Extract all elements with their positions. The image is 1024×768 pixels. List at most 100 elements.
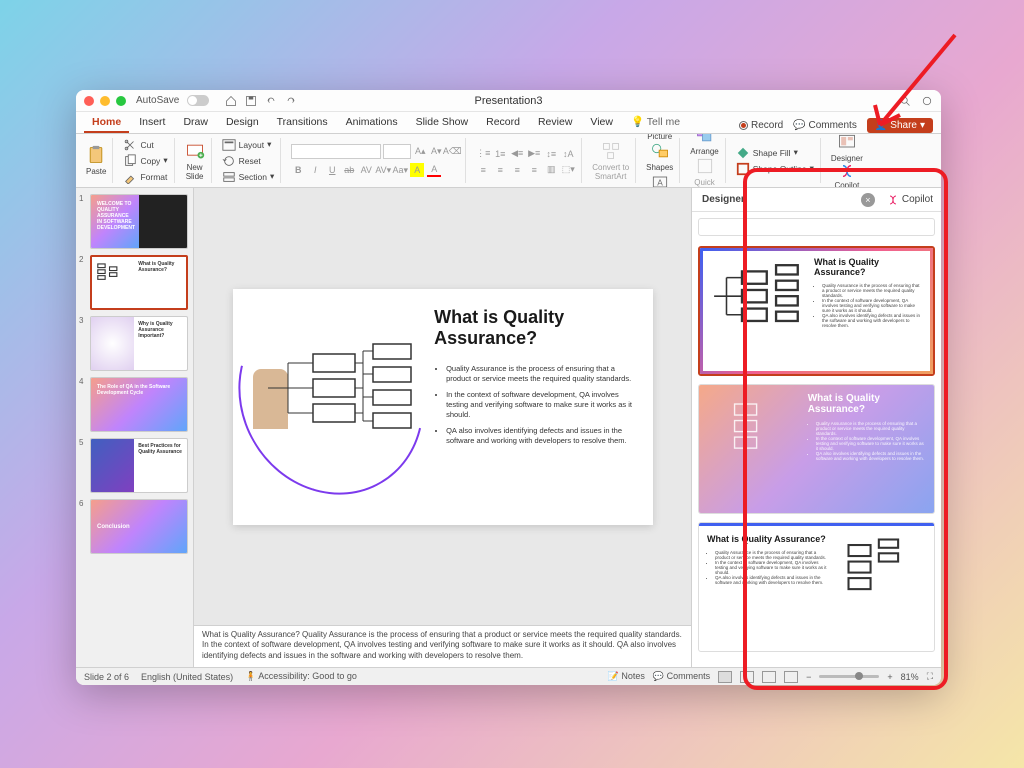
bullets-button[interactable]: ⋮≡ [476,147,490,161]
language-indicator[interactable]: English (United States) [141,672,233,682]
highlight-button[interactable]: A [410,163,424,177]
copilot-header-icon[interactable] [921,95,933,107]
thumb-6[interactable]: 6Conclusion [80,499,189,554]
tab-view[interactable]: View [582,113,621,133]
clear-format-icon[interactable]: A⌫ [445,144,459,158]
copy-button[interactable]: Copy ▾ [123,154,167,168]
copilot-panel-tab[interactable]: Copilot [879,190,941,210]
numbering-button[interactable]: 1≡ [493,147,507,161]
zoom-level[interactable]: 81% [901,672,919,682]
tab-insert[interactable]: Insert [131,113,173,133]
slideshow-view-button[interactable] [784,671,798,683]
slide-bullets[interactable]: Quality Assurance is the process of ensu… [434,364,632,447]
spacing-button[interactable]: AV▾ [376,163,390,177]
thumb-1[interactable]: 1WELCOME TO QUALITY ASSURANCE IN SOFTWAR… [80,194,189,249]
redo-icon[interactable] [285,95,297,107]
normal-view-button[interactable] [718,671,732,683]
copilot-button[interactable]: Copilot [834,163,859,189]
columns-button[interactable]: ▥ [544,163,558,177]
indent-left-button[interactable]: ◀≡ [510,147,524,161]
slide-thumbnails[interactable]: 1WELCOME TO QUALITY ASSURANCE IN SOFTWAR… [76,188,194,667]
tab-review[interactable]: Review [530,113,580,133]
zoom-in-button[interactable]: + [887,672,892,682]
thumb-3[interactable]: 3Why is Quality Assurance Important? [80,316,189,371]
new-slide-button[interactable]: New Slide [185,141,205,181]
tab-draw[interactable]: Draw [175,113,216,133]
record-toggle[interactable]: Record [739,120,783,131]
strike-button[interactable]: ab [342,163,356,177]
close-window-button[interactable] [84,96,94,106]
design-suggestion-3[interactable]: What is Quality Assurance?Quality Assura… [698,522,935,652]
tell-me[interactable]: 💡 Tell me [623,112,688,133]
sorter-view-button[interactable] [740,671,754,683]
minimize-window-button[interactable] [100,96,110,106]
maximize-window-button[interactable] [116,96,126,106]
line-spacing-button[interactable]: ↕≡ [544,147,558,161]
zoom-slider[interactable] [819,675,879,678]
fontcolor-button[interactable]: A [427,163,441,177]
speaker-notes[interactable]: What is Quality Assurance? Quality Assur… [194,625,691,667]
shape-outline-button[interactable]: Shape Outline ▾ [736,162,814,176]
bold-button[interactable]: B [291,163,305,177]
search-icon[interactable] [899,95,911,107]
tab-animations[interactable]: Animations [338,113,406,133]
shapes-button[interactable]: Shapes [646,141,673,172]
slide-canvas[interactable]: What is Quality Assurance? Quality Assur… [194,188,691,625]
design-suggestion-1[interactable]: What is Quality Assurance?Quality Assura… [698,246,935,376]
comments-toggle[interactable]: 💬 Comments [793,120,857,131]
reset-button[interactable]: Reset [222,154,275,168]
slide-title[interactable]: What is Quality Assurance? [434,307,632,350]
accessibility-checker[interactable]: 🧍 Accessibility: Good to go [245,671,357,682]
align-left-button[interactable]: ≡ [476,163,490,177]
design-suggestion-2[interactable]: What is Quality Assurance?Quality Assura… [698,384,935,514]
justify-button[interactable]: ≡ [527,163,541,177]
zoom-out-button[interactable]: − [806,672,811,682]
tab-record[interactable]: Record [478,113,528,133]
undo-icon[interactable] [265,95,277,107]
convert-smartart-button[interactable]: Convert to SmartArt [592,141,629,181]
comments-status[interactable]: 💬 Comments [653,671,710,682]
align-center-button[interactable]: ≡ [493,163,507,177]
italic-button[interactable]: I [308,163,322,177]
designer-button[interactable]: Designer [831,134,863,163]
shadow-button[interactable]: AV [359,163,373,177]
save-icon[interactable] [245,95,257,107]
tab-transitions[interactable]: Transitions [269,113,336,133]
font-size-select[interactable] [383,144,411,159]
share-button[interactable]: 👤 Share ▾ [867,118,933,133]
design-suggestions[interactable]: What is Quality Assurance?Quality Assura… [692,242,941,667]
thumb-4[interactable]: 4The Role of QA in the Software Developm… [80,377,189,432]
text-direction-button[interactable]: ↕A [561,147,575,161]
close-designer-icon[interactable]: × [861,193,875,207]
shape-fill-button[interactable]: Shape Fill ▾ [736,146,814,160]
increase-font-icon[interactable]: A▴ [413,144,427,158]
font-family-select[interactable] [291,144,381,159]
home-icon[interactable] [225,95,237,107]
indent-right-button[interactable]: ▶≡ [527,147,541,161]
underline-button[interactable]: U [325,163,339,177]
tab-design[interactable]: Design [218,113,267,133]
current-slide[interactable]: What is Quality Assurance? Quality Assur… [233,289,653,525]
autosave-toggle[interactable] [187,95,209,106]
case-button[interactable]: Aa▾ [393,163,407,177]
layout-button[interactable]: Layout ▾ [222,138,275,152]
cut-button[interactable]: Cut [123,138,167,152]
textbox-button[interactable]: AText Box [650,172,670,189]
reading-view-button[interactable] [762,671,776,683]
arrange-button[interactable]: Arrange [690,134,718,156]
thumb-2[interactable]: 2What is Quality Assurance? [80,255,189,310]
designer-search-input[interactable] [698,218,935,236]
designer-tab[interactable]: Designer [692,190,755,209]
quick-styles-button[interactable]: Quick Styles [694,156,716,188]
slide-counter[interactable]: Slide 2 of 6 [84,672,129,682]
section-button[interactable]: Section ▾ [222,170,275,184]
format-painter-button[interactable]: Format [123,170,167,184]
notes-toggle[interactable]: 📝 Notes [608,671,645,682]
tab-slideshow[interactable]: Slide Show [408,113,477,133]
decrease-font-icon[interactable]: A▾ [429,144,443,158]
tab-home[interactable]: Home [84,113,129,133]
paste-button[interactable]: Paste [86,145,106,176]
align-text-button[interactable]: ⬚▾ [561,163,575,177]
thumb-5[interactable]: 5Best Practices for Quality Assurance [80,438,189,493]
align-right-button[interactable]: ≡ [510,163,524,177]
